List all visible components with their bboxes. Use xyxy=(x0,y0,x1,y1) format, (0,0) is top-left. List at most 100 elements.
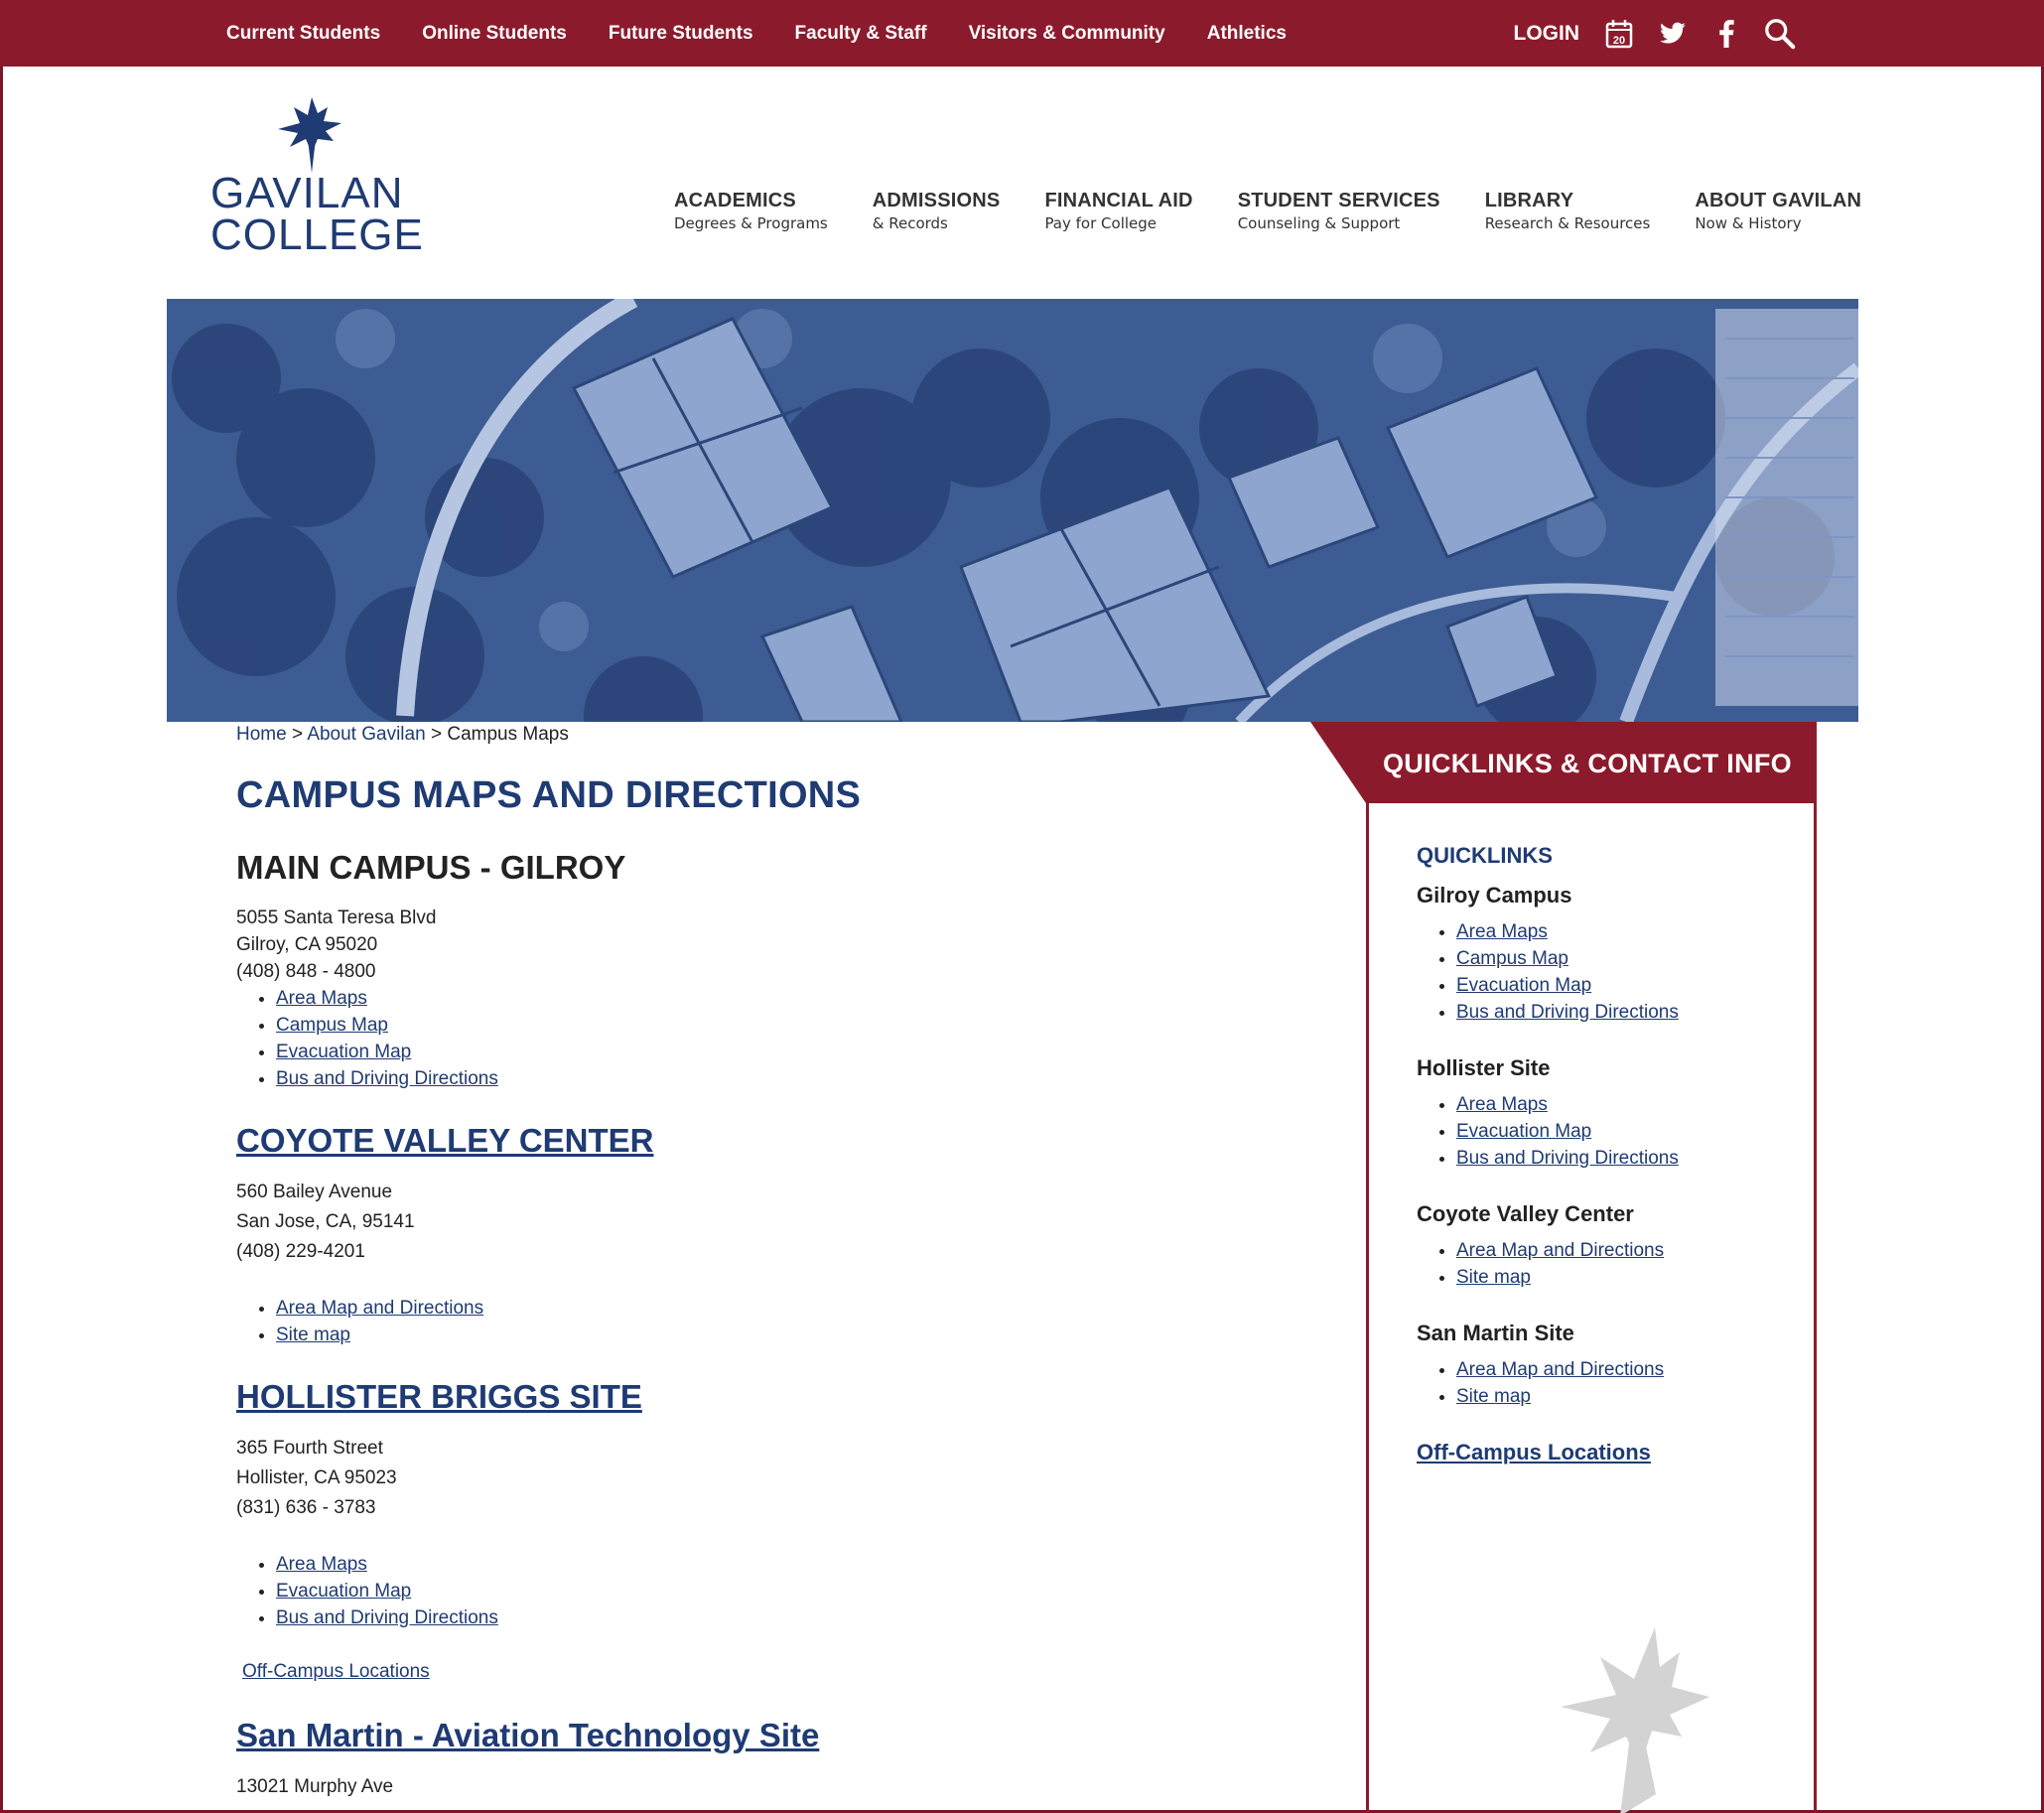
address-line: Gilroy, CA 95020 xyxy=(236,934,378,955)
nav-financial-aid[interactable]: FINANCIAL AID Pay for College xyxy=(1044,190,1192,232)
nav-about-gavilan-title: ABOUT GAVILAN xyxy=(1695,190,1862,211)
address-line: 13021 Murphy Ave xyxy=(236,1776,394,1797)
main-nav: ACADEMICS Degrees & Programs ADMISSIONS … xyxy=(674,190,1906,232)
nav-current-students[interactable]: Current Students xyxy=(226,23,380,45)
logo-line-1: GAVILAN xyxy=(210,169,404,217)
area-map-directions-link[interactable]: Area Map and Directions xyxy=(276,1298,483,1319)
list-item: Site map xyxy=(1456,1383,1794,1410)
list-item: Evacuation Map xyxy=(1456,1118,1794,1145)
bus-driving-directions-link[interactable]: Bus and Driving Directions xyxy=(276,1607,498,1628)
list-item: Area Map and Directions xyxy=(1456,1356,1794,1383)
breadcrumb-current: Campus Maps xyxy=(447,724,569,745)
nav-library-title: LIBRARY xyxy=(1484,190,1574,211)
calendar-icon[interactable]: 20 xyxy=(1603,18,1635,50)
audience-nav: Current Students Online Students Future … xyxy=(226,0,1328,67)
nav-student-services-title: STUDENT SERVICES xyxy=(1237,190,1440,211)
evacuation-map-link[interactable]: Evacuation Map xyxy=(1456,975,1591,996)
evacuation-map-link[interactable]: Evacuation Map xyxy=(1456,1121,1591,1142)
list-item: Bus and Driving Directions xyxy=(276,1604,1279,1631)
bus-driving-directions-link[interactable]: Bus and Driving Directions xyxy=(276,1068,498,1089)
list-item: Evacuation Map xyxy=(1456,972,1794,999)
address-line: San Jose, CA, 95141 xyxy=(236,1211,415,1232)
sidebar-off-campus-locations-link[interactable]: Off-Campus Locations xyxy=(1417,1440,1651,1464)
area-maps-link[interactable]: Area Maps xyxy=(276,988,367,1009)
twitter-icon[interactable] xyxy=(1657,18,1689,50)
sidebar-body: QUICKLINKS Gilroy Campus Area Maps Campu… xyxy=(1366,803,1817,1813)
campus-map-link[interactable]: Campus Map xyxy=(1456,948,1568,969)
sidebar-gilroy-links: Area Maps Campus Map Evacuation Map Bus … xyxy=(1417,918,1794,1026)
nav-academics[interactable]: ACADEMICS Degrees & Programs xyxy=(674,190,828,232)
list-item: Site map xyxy=(1456,1264,1794,1291)
logo-line-2: COLLEGE xyxy=(210,210,424,259)
nav-library-sub: Research & Resources xyxy=(1484,214,1651,232)
sidebar-header: QUICKLINKS & CONTACT INFO xyxy=(1310,722,1817,803)
bus-driving-directions-link[interactable]: Bus and Driving Directions xyxy=(1456,1148,1679,1169)
nav-admissions[interactable]: ADMISSIONS & Records xyxy=(873,190,1001,232)
phone-number: (408) 848 - 4800 xyxy=(236,961,376,982)
nav-admissions-title: ADMISSIONS xyxy=(872,190,1001,211)
area-map-directions-link[interactable]: Area Map and Directions xyxy=(1456,1359,1664,1380)
list-item: Area Map and Directions xyxy=(276,1295,1279,1322)
sidebar-group-san-martin: San Martin Site xyxy=(1417,1321,1574,1345)
breadcrumb-about-gavilan[interactable]: About Gavilan xyxy=(307,724,425,745)
sidebar-san-martin-links: Area Map and Directions Site map xyxy=(1417,1356,1794,1410)
nav-library[interactable]: LIBRARY Research & Resources xyxy=(1485,190,1651,232)
off-campus-locations-link[interactable]: Off-Campus Locations xyxy=(236,1661,1279,1683)
breadcrumb-home[interactable]: Home xyxy=(236,724,287,745)
nav-student-services[interactable]: STUDENT SERVICES Counseling & Support xyxy=(1238,190,1440,232)
address-line: Hollister, CA 95023 xyxy=(236,1467,397,1488)
breadcrumb: Home > About Gavilan > Campus Maps xyxy=(236,724,569,746)
phone-number: (408) 229-4201 xyxy=(236,1241,365,1262)
list-item: Area Maps xyxy=(1456,1091,1794,1118)
list-item: Area Maps xyxy=(276,985,1279,1012)
list-item: Area Maps xyxy=(276,1551,1279,1578)
sidebar-group-gilroy: Gilroy Campus xyxy=(1417,883,1572,907)
campus-map-link[interactable]: Campus Map xyxy=(276,1015,388,1036)
main-campus-links: Area Maps Campus Map Evacuation Map Bus … xyxy=(236,985,1279,1092)
area-maps-link[interactable]: Area Maps xyxy=(276,1554,367,1575)
address-line: 365 Fourth Street xyxy=(236,1438,383,1459)
nav-faculty-staff[interactable]: Faculty & Staff xyxy=(795,23,927,45)
area-map-directions-link[interactable]: Area Map and Directions xyxy=(1456,1240,1664,1261)
top-bar: Current Students Online Students Future … xyxy=(0,0,2044,67)
coyote-valley-heading-link[interactable]: COYOTE VALLEY CENTER xyxy=(236,1122,1279,1160)
nav-future-students[interactable]: Future Students xyxy=(609,23,753,45)
area-maps-link[interactable]: Area Maps xyxy=(1456,1094,1548,1115)
bus-driving-directions-link[interactable]: Bus and Driving Directions xyxy=(1456,1002,1679,1023)
phone-number: (831) 636 - 3783 xyxy=(236,1497,376,1518)
nav-visitors-community[interactable]: Visitors & Community xyxy=(969,23,1165,45)
college-logo[interactable]: GAVILAN COLLEGE xyxy=(208,95,423,259)
sidebar-group-hollister: Hollister Site xyxy=(1417,1055,1551,1080)
nav-academics-title: ACADEMICS xyxy=(674,190,796,211)
hollister-heading-link[interactable]: HOLLISTER BRIGGS SITE xyxy=(236,1378,1279,1416)
site-map-link[interactable]: Site map xyxy=(1456,1386,1531,1407)
site-map-link[interactable]: Site map xyxy=(1456,1267,1531,1288)
coyote-valley-address: 560 Bailey Avenue San Jose, CA, 95141 (4… xyxy=(236,1178,1279,1267)
hollister-address: 365 Fourth Street Hollister, CA 95023 (8… xyxy=(236,1434,1279,1523)
nav-online-students[interactable]: Online Students xyxy=(422,23,567,45)
nav-athletics[interactable]: Athletics xyxy=(1207,23,1287,45)
list-item: Evacuation Map xyxy=(276,1039,1279,1065)
list-item: Bus and Driving Directions xyxy=(1456,999,1794,1026)
gavilan-bird-logo-icon xyxy=(278,97,341,173)
sidebar-group-coyote-valley: Coyote Valley Center xyxy=(1417,1201,1634,1226)
address-line: 560 Bailey Avenue xyxy=(236,1182,393,1202)
area-maps-link[interactable]: Area Maps xyxy=(1456,921,1548,942)
search-icon[interactable] xyxy=(1764,18,1796,50)
site-map-link[interactable]: Site map xyxy=(276,1325,350,1345)
login-link[interactable]: LOGIN xyxy=(1514,22,1580,46)
san-martin-heading-link[interactable]: San Martin - Aviation Technology Site xyxy=(236,1717,1279,1754)
hero-aerial-image xyxy=(167,299,1858,722)
evacuation-map-link[interactable]: Evacuation Map xyxy=(276,1581,411,1602)
top-utilities: LOGIN 20 xyxy=(1514,0,1797,67)
main-campus-heading: MAIN CAMPUS - GILROY xyxy=(236,849,626,886)
sidebar-coyote-valley-links: Area Map and Directions Site map xyxy=(1417,1237,1794,1291)
quicklinks-sidebar: QUICKLINKS & CONTACT INFO QUICKLINKS Gil… xyxy=(1310,722,1817,1813)
facebook-icon[interactable] xyxy=(1710,18,1742,50)
list-item: Campus Map xyxy=(276,1012,1279,1039)
nav-about-gavilan[interactable]: ABOUT GAVILAN Now & History xyxy=(1695,190,1861,232)
watermark-bird-icon xyxy=(1561,1627,1709,1813)
evacuation-map-link[interactable]: Evacuation Map xyxy=(276,1042,411,1062)
nav-student-services-sub: Counseling & Support xyxy=(1237,214,1401,232)
sidebar-hollister-links: Area Maps Evacuation Map Bus and Driving… xyxy=(1417,1091,1794,1172)
